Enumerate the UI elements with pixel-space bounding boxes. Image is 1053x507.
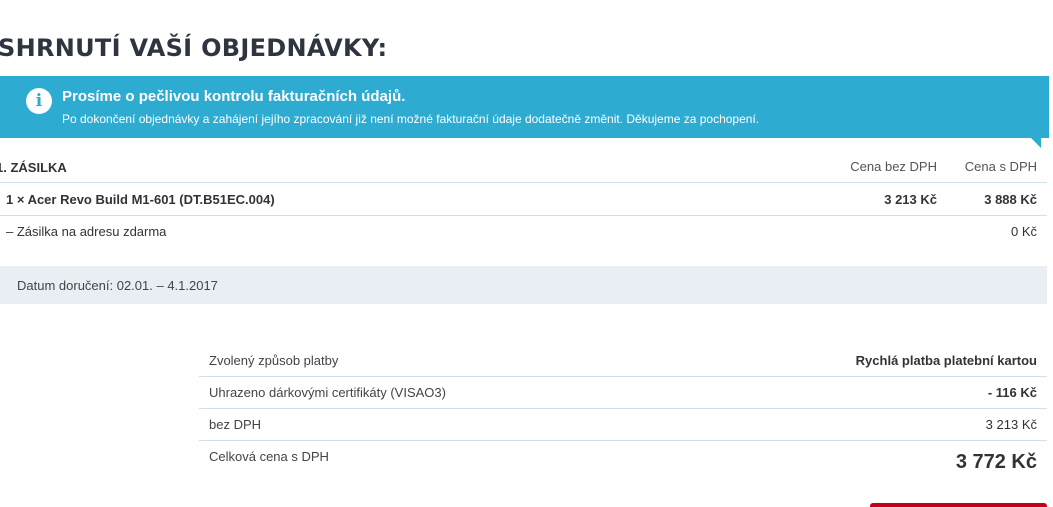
summary-voucher-row: Uhrazeno dárkovými certifikáty (VISAO3) … bbox=[199, 376, 1047, 409]
item-gross-price: 3 888 Kč bbox=[984, 192, 1037, 207]
voucher-value: - 116 Kč bbox=[987, 385, 1037, 400]
alert-tail bbox=[1031, 138, 1041, 148]
shipping-row: – Zásilka na adresu zdarma 0 Kč bbox=[0, 215, 1047, 247]
billing-alert: i Prosíme o pečlivou kontrolu fakturační… bbox=[0, 76, 1049, 148]
column-gross-price: Cena s DPH bbox=[964, 159, 1037, 174]
payment-value: Rychlá platba platební kartou bbox=[855, 353, 1037, 368]
summary-payment-row: Zvolený způsob platby Rychlá platba plat… bbox=[199, 344, 1047, 377]
summary-net-row: bez DPH 3 213 Kč bbox=[199, 408, 1047, 441]
summary-total-row: Celková cena s DPH 3 772 Kč bbox=[199, 440, 1047, 480]
column-net-price: Cena bez DPH bbox=[850, 159, 937, 174]
delivery-date: Datum doručení: 02.01. – 4.1.2017 bbox=[17, 278, 218, 293]
item-net-price: 3 213 Kč bbox=[884, 192, 937, 207]
shipment-title: 1. ZÁSILKA bbox=[0, 160, 67, 175]
item-name: 1 × Acer Revo Build M1-601 (DT.B51EC.004… bbox=[6, 192, 275, 207]
shipment-header: 1. ZÁSILKA Cena bez DPH Cena s DPH bbox=[0, 152, 1047, 183]
delivery-date-bar: Datum doručení: 02.01. – 4.1.2017 bbox=[0, 266, 1047, 304]
info-icon: i bbox=[26, 88, 52, 114]
payment-label: Zvolený způsob platby bbox=[209, 353, 339, 368]
total-value: 3 772 Kč bbox=[955, 451, 1037, 473]
shipping-label: – Zásilka na adresu zdarma bbox=[6, 224, 167, 239]
alert-text: Po dokončení objednávky a zahájení jejíh… bbox=[62, 112, 760, 126]
order-item-row: 1 × Acer Revo Build M1-601 (DT.B51EC.004… bbox=[0, 183, 1047, 216]
voucher-label: Uhrazeno dárkovými certifikáty (VISAO3) bbox=[209, 385, 446, 400]
shipping-price: 0 Kč bbox=[1010, 224, 1037, 239]
continue-button[interactable] bbox=[870, 503, 1047, 507]
page-title: SHRNUTÍ VAŠÍ OBJEDNÁVKY: bbox=[0, 34, 388, 62]
alert-title: Prosíme o pečlivou kontrolu fakturačních… bbox=[62, 88, 406, 105]
total-label: Celková cena s DPH bbox=[209, 449, 329, 464]
net-total-label: bez DPH bbox=[209, 417, 262, 432]
net-total-value: 3 213 Kč bbox=[985, 417, 1037, 432]
